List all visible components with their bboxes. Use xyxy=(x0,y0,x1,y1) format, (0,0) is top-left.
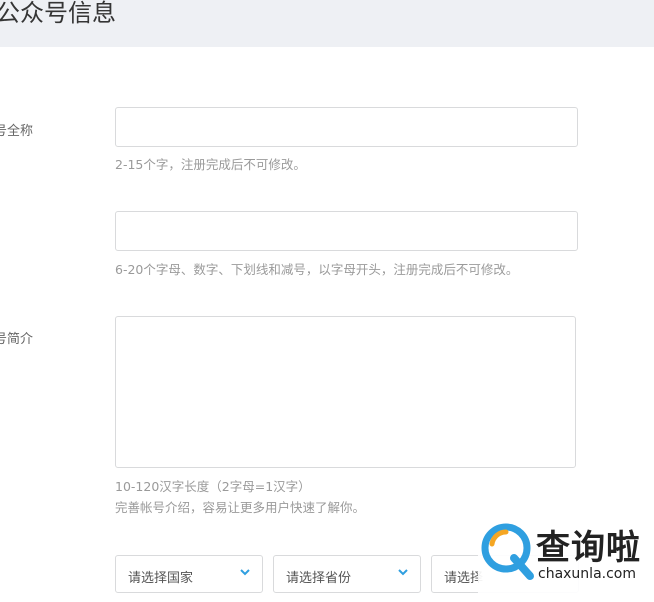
intro-hint-tip: 完善帐号介绍，容易让更多用户快速了解你。 xyxy=(115,500,366,515)
intro-hint-length: 10-120汉字长度（2字母=1汉字） xyxy=(115,479,311,494)
name-input[interactable] xyxy=(116,108,577,146)
name-hint: 2-15个字，注册完成后不可修改。 xyxy=(115,157,306,172)
account-input[interactable] xyxy=(116,212,577,250)
chevron-down-icon xyxy=(240,569,250,576)
page-header: 公众号信息 xyxy=(0,0,654,47)
chevron-down-icon xyxy=(398,569,408,576)
province-select-text: 请选择省份 xyxy=(286,571,352,586)
account-field-box[interactable] xyxy=(115,211,578,251)
name-field-box[interactable] xyxy=(115,107,578,147)
name-label: 号全称 xyxy=(0,124,34,139)
country-select[interactable]: 请选择国家 xyxy=(115,555,263,593)
account-hint: 6-20个字母、数字、下划线和减号，以字母开头，注册完成后不可修改。 xyxy=(115,262,519,277)
intro-field-box[interactable] xyxy=(115,316,576,468)
watermark: 查询啦 chaxunla.com xyxy=(478,516,654,602)
province-select[interactable]: 请选择省份 xyxy=(273,555,421,593)
page-title: 公众号信息 xyxy=(0,0,116,27)
chaxunla-logo-icon xyxy=(481,523,534,580)
country-select-text: 请选择国家 xyxy=(128,571,194,586)
watermark-brand: 查询啦 xyxy=(536,528,641,568)
intro-label: 号简介 xyxy=(0,332,34,347)
intro-textarea[interactable] xyxy=(116,317,575,467)
watermark-domain: chaxunla.com xyxy=(538,566,636,582)
